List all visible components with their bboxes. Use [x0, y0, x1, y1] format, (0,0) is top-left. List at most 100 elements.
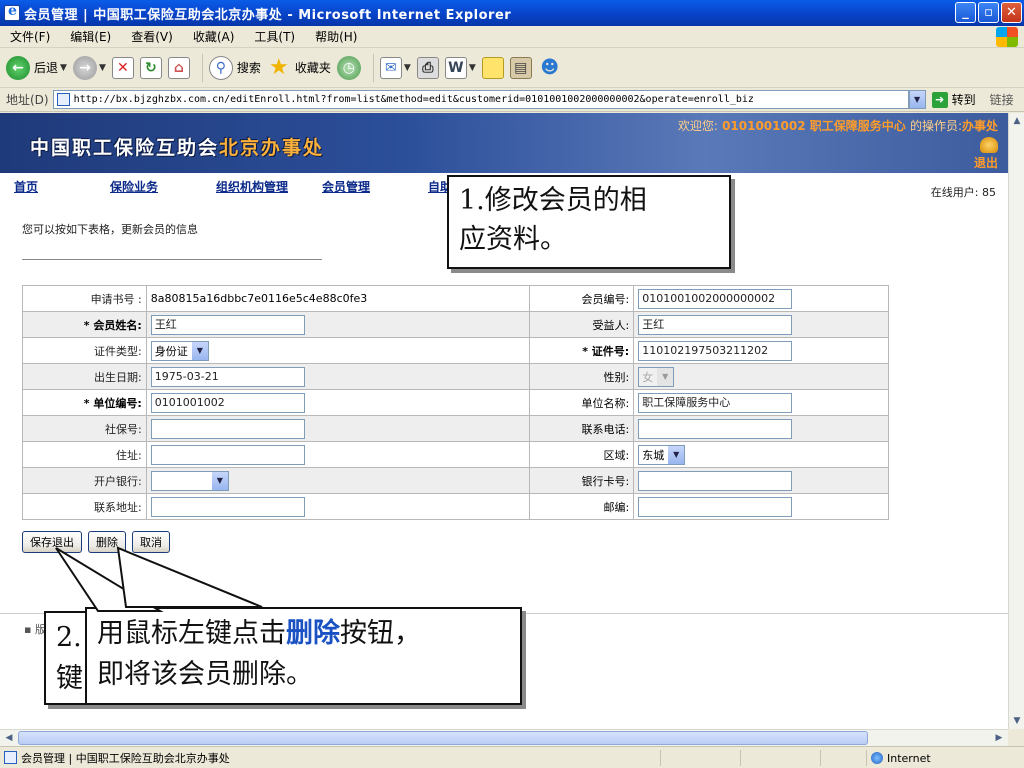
form-row: 开户银行: ▼ 银行卡号: [22, 467, 889, 494]
district-select[interactable]: 东城 ▼ [638, 444, 686, 465]
scrollbar-corner [1008, 729, 1024, 746]
menu-tools[interactable]: 工具(T) [244, 28, 305, 45]
search-button[interactable]: ⚲ 搜索 [208, 55, 261, 80]
refresh-button[interactable]: ↻ [139, 56, 162, 79]
windows-logo-icon [996, 27, 1018, 47]
id-type-select[interactable]: 身份证 ▼ [150, 340, 209, 361]
menu-edit[interactable]: 编辑(E) [60, 28, 121, 45]
bank-label: 开户银行: [22, 467, 147, 494]
scroll-down-icon[interactable]: ▼ [1009, 713, 1024, 729]
form-row: 出生日期: 1975-03-21 性别: 女 ▼ [22, 363, 889, 390]
forward-dropdown-icon[interactable]: ▼ [99, 63, 106, 73]
welcome-user: 0101001002 职工保障服务中心 [722, 119, 906, 133]
horizontal-scrollbar[interactable]: ◀ ▶ [0, 729, 1008, 746]
edit-dropdown-icon[interactable]: ▼ [469, 63, 476, 73]
maximize-button[interactable]: ▫ [978, 2, 999, 23]
online-users: 在线用户: 85 [930, 186, 996, 199]
search-icon: ⚲ [208, 55, 233, 80]
minimize-button[interactable]: _ [955, 2, 976, 23]
beneficiary-field[interactable]: 王红 [638, 314, 793, 335]
phone-label: 联系电话: [529, 415, 635, 442]
page-icon [56, 93, 70, 106]
close-button[interactable]: ✕ [1001, 2, 1022, 23]
links-button[interactable]: 链接 [990, 91, 1014, 108]
address-field[interactable] [150, 444, 305, 465]
back-label: 后退 [34, 61, 59, 75]
messenger-icon: ☻ [540, 57, 560, 78]
word-edit-icon: W [444, 56, 467, 79]
logout-label: 退出 [973, 156, 998, 170]
menu-favorites[interactable]: 收藏(A) [183, 28, 245, 45]
menu-view[interactable]: 查看(V) [121, 28, 183, 45]
nav-member[interactable]: 会员管理 [322, 178, 370, 195]
status-separator [660, 750, 661, 766]
phone-field[interactable] [638, 418, 793, 439]
menu-file[interactable]: 文件(F) [0, 28, 60, 45]
member-no-field[interactable]: 0101001002000000002 [638, 288, 793, 309]
star-icon: ★ [269, 55, 289, 80]
member-name-field[interactable]: 王红 [150, 314, 305, 335]
go-button[interactable]: ➜ 转到 [931, 91, 976, 108]
mail-dropdown-icon[interactable]: ▼ [404, 63, 411, 73]
logout-icon [980, 137, 998, 153]
mail-button[interactable]: ✉ ▼ [379, 56, 411, 79]
research-button[interactable]: ▤ [509, 56, 532, 79]
application-no-label: 申请书号 : [22, 285, 147, 312]
messenger-button[interactable]: ☻ [538, 56, 562, 80]
go-arrow-icon: ➜ [931, 91, 948, 108]
history-button[interactable]: ◷ [336, 55, 361, 80]
favorites-button[interactable]: ★ 收藏夹 [267, 55, 331, 80]
contact-label: 联系地址: [22, 493, 147, 520]
postcode-field[interactable] [638, 496, 793, 517]
window-title-bar[interactable]: 会员管理 | 中国职工保险互助会北京办事处 - Microsoft Intern… [0, 0, 1024, 26]
card-label: 银行卡号: [529, 467, 635, 494]
unit-no-label: * 单位编号: [22, 389, 147, 416]
horizontal-scroll-thumb[interactable] [18, 731, 868, 745]
scroll-up-icon[interactable]: ▲ [1009, 113, 1024, 129]
chevron-down-icon: ▼ [668, 445, 685, 464]
address-input[interactable]: http://bx.bjzghzbx.com.cn/editEnroll.htm… [52, 90, 909, 109]
scroll-left-icon[interactable]: ◀ [1, 731, 17, 745]
printer-icon: ⎙ [416, 56, 439, 79]
scroll-right-icon[interactable]: ▶ [991, 731, 1007, 745]
card-field[interactable] [638, 470, 793, 491]
id-no-field[interactable]: 110102197503211202 [638, 340, 793, 361]
discuss-button[interactable] [481, 56, 504, 79]
nav-insurance[interactable]: 保险业务 [110, 178, 158, 195]
home-button[interactable]: ⌂ [167, 56, 190, 79]
contact-field[interactable] [150, 496, 305, 517]
save-exit-button[interactable]: 保存退出 [22, 531, 82, 553]
logout-button[interactable]: 退出 [974, 137, 998, 171]
form-actions: 保存退出 删除 取消 [22, 531, 170, 553]
edit-button[interactable]: W ▼ [444, 56, 476, 79]
form-row: 申请书号 : 8a80815a16dbbc7e0116e5c4e88c0fe3 … [22, 285, 889, 312]
callout-3-prefix: 用鼠标左键点击 [97, 618, 286, 649]
callout-1-line-1: 1.修改会员的相 [459, 185, 647, 216]
social-field[interactable] [150, 418, 305, 439]
gender-select[interactable]: 女 ▼ [638, 366, 675, 387]
forward-button[interactable]: → ▼ [72, 55, 106, 80]
unit-no-field[interactable]: 0101001002 [150, 392, 305, 413]
back-button[interactable]: ← 后退 ▼ [6, 55, 67, 80]
stop-button[interactable]: ✕ [111, 56, 134, 79]
window-title: 会员管理 | 中国职工保险互助会北京办事处 - Microsoft Intern… [24, 7, 512, 23]
callout-3-highlight: 删除 [286, 618, 340, 649]
menu-help[interactable]: 帮助(H) [305, 28, 367, 45]
nav-organization[interactable]: 组织机构管理 [216, 178, 288, 195]
cancel-button[interactable]: 取消 [132, 531, 170, 553]
callout-1-line-2: 应资料。 [459, 224, 567, 255]
unit-name-field[interactable]: 职工保障服务中心 [638, 392, 793, 413]
mail-icon: ✉ [379, 56, 402, 79]
delete-button[interactable]: 删除 [88, 531, 126, 553]
print-button[interactable]: ⎙ [416, 56, 439, 79]
nav-home[interactable]: 首页 [14, 178, 38, 195]
status-bar: 会员管理 | 中国职工保险互助会北京办事处 Internet [0, 746, 1024, 768]
address-dropdown-button[interactable]: ▼ [908, 90, 926, 109]
birth-field[interactable]: 1975-03-21 [150, 366, 305, 387]
address-url: http://bx.bjzghzbx.com.cn/editEnroll.htm… [73, 94, 754, 105]
bank-select[interactable]: ▼ [150, 470, 229, 491]
district-label: 区域: [529, 441, 635, 468]
vertical-scrollbar[interactable]: ▲ ▼ [1008, 113, 1024, 729]
back-dropdown-icon[interactable]: ▼ [60, 63, 67, 73]
form-row: 住址: 区域: 东城 ▼ [22, 441, 889, 468]
